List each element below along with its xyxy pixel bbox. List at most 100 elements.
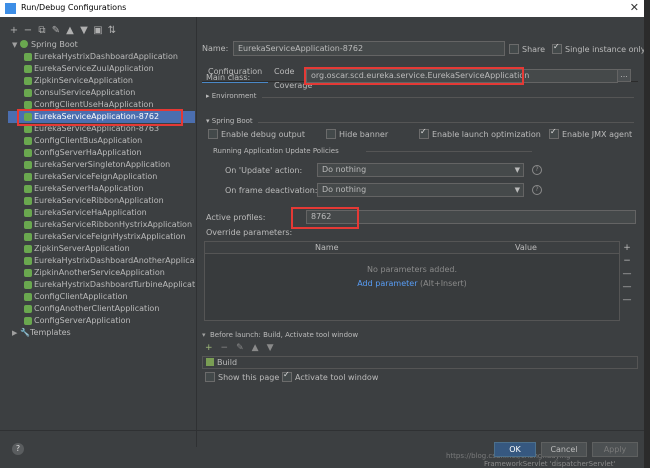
collapse-arrow-icon[interactable]: ▶ — [12, 327, 20, 339]
tree-item[interactable]: EurekaServiceRibbonHystrixApplication — [8, 219, 195, 231]
parameters-table[interactable]: Name Value No parameters added. Add para… — [204, 241, 620, 321]
tree-item[interactable]: ConfigServerApplication — [8, 315, 195, 327]
move-up-icon[interactable]: ▲ — [252, 343, 259, 353]
tree-item[interactable]: EurekaServerHaApplication — [8, 183, 195, 195]
tree-item-label: ConfigClientApplication — [34, 292, 128, 301]
cancel-button[interactable]: Cancel — [541, 442, 587, 457]
browse-button[interactable]: ... — [617, 69, 631, 82]
launch-optimization-label: Enable launch optimization — [432, 130, 541, 139]
tree-root-templates[interactable]: ▶ 🔧Templates — [8, 327, 195, 339]
single-instance-label: Single instance only — [565, 45, 646, 54]
add-parameter-link[interactable]: Add parameter — [357, 279, 417, 288]
tree-item[interactable]: EurekaServiceFeignApplication — [8, 171, 195, 183]
tree-item-label: ConfigClientBusApplication — [34, 136, 143, 145]
tree-item[interactable]: EurekaServiceHaApplication — [8, 207, 195, 219]
single-instance-checkbox[interactable]: Single instance only — [552, 42, 646, 54]
activate-tool-window-checkbox[interactable]: Activate tool window — [282, 370, 379, 382]
jmx-agent-box[interactable] — [549, 127, 559, 139]
help-icon[interactable]: ? — [532, 165, 542, 175]
name-field[interactable]: EurekaServiceApplication-8762 — [233, 41, 505, 56]
column-header-value[interactable]: Value — [515, 242, 537, 253]
build-task-row[interactable]: Build — [202, 356, 638, 369]
launch-optimization-box[interactable] — [419, 127, 429, 139]
tree-item[interactable]: ZipkinAnotherServiceApplication — [8, 267, 195, 279]
launch-optimization-checkbox[interactable]: Enable launch optimization — [419, 127, 541, 139]
activate-tool-window-box[interactable] — [282, 370, 292, 382]
spring-boot-app-icon — [24, 149, 32, 157]
enable-debug-checkbox[interactable]: Enable debug output — [208, 129, 305, 139]
spring-boot-app-icon — [24, 65, 32, 73]
before-launch-section[interactable]: ▾ Before launch: Build, Activate tool win… — [202, 330, 358, 339]
add-icon[interactable]: + — [205, 343, 213, 353]
show-page-checkbox[interactable]: Show this page — [205, 372, 279, 382]
tree-item[interactable]: EurekaHystrixDashboardTurbineApplication — [8, 279, 195, 291]
remove-icon[interactable]: − — [620, 256, 634, 269]
add-parameter-row: Add parameter (Alt+Insert) — [205, 279, 619, 288]
tree-item[interactable]: EurekaServiceRibbonApplication — [8, 195, 195, 207]
tree-root-spring-boot[interactable]: ▼ Spring Boot — [8, 39, 195, 51]
environment-section[interactable]: ▸ Environment — [206, 92, 256, 100]
single-instance-checkbox-box[interactable] — [552, 42, 562, 54]
tree-item[interactable]: ConfigClientApplication — [8, 291, 195, 303]
tree-item[interactable]: EurekaHystrixDashboardAnotherApplication — [8, 255, 195, 267]
tree-item[interactable]: ConfigAnotherClientApplication — [8, 303, 195, 315]
tree-item[interactable]: EurekaServiceZuulApplication — [8, 63, 195, 75]
tree-item-label: EurekaServiceRibbonApplication — [34, 196, 164, 205]
move-up-icon[interactable]: ▲ — [64, 25, 76, 36]
tree-item[interactable]: ConfigClientBusApplication — [8, 135, 195, 147]
move-down-icon[interactable]: ▼ — [78, 25, 90, 36]
remove-icon[interactable]: − — [221, 343, 229, 353]
jmx-agent-checkbox[interactable]: Enable JMX agent — [549, 127, 632, 139]
remove-icon[interactable]: − — [22, 25, 34, 36]
close-icon[interactable]: ✕ — [630, 1, 639, 14]
config-tree: ▼ Spring Boot EurekaHystrixDashboardAppli… — [8, 39, 195, 339]
tree-item[interactable]: EurekaServiceFeignHystrixApplication — [8, 231, 195, 243]
tree-item-label: EurekaHystrixDashboardAnotherApplication — [34, 256, 195, 265]
apply-button[interactable]: Apply — [592, 442, 638, 457]
spring-boot-section[interactable]: ▾ Spring Boot — [206, 117, 253, 125]
environment-label: Environment — [211, 92, 257, 100]
sort-icon[interactable]: ⇅ — [106, 25, 118, 36]
move-down-icon[interactable]: — — [620, 295, 634, 308]
tree-item[interactable]: EurekaServerSingletonApplication — [8, 159, 195, 171]
add-icon[interactable]: + — [8, 25, 20, 36]
spring-boot-app-icon — [24, 173, 32, 181]
settings-icon[interactable]: ✎ — [50, 25, 62, 36]
folder-icon[interactable]: ▣ — [92, 25, 104, 36]
ide-background-log-text: FrameworkServlet 'dispatcherServlet' — [484, 460, 616, 468]
tree-item-label: ConsulServiceApplication — [34, 88, 136, 97]
spring-boot-app-icon — [24, 305, 32, 313]
help-icon[interactable]: ? — [532, 185, 542, 195]
splitter[interactable] — [196, 17, 197, 447]
edit-icon[interactable]: ✎ — [236, 343, 244, 353]
hide-banner-box[interactable] — [326, 129, 336, 139]
move-down-icon[interactable]: ▼ — [267, 343, 274, 353]
hide-banner-checkbox[interactable]: Hide banner — [326, 129, 388, 139]
copy-icon[interactable]: ⧉ — [36, 25, 48, 36]
highlight-box-main-class — [304, 67, 524, 85]
name-label: Name: — [202, 44, 229, 53]
on-update-select[interactable]: Do nothing ▼ — [317, 163, 524, 177]
chevron-down-icon: ▼ — [514, 186, 520, 194]
move-up-icon[interactable]: — — [620, 282, 634, 295]
on-update-label: On 'Update' action: — [225, 166, 303, 175]
on-frame-select[interactable]: Do nothing ▼ — [317, 183, 524, 197]
tree-item-label: ZipkinServiceApplication — [34, 76, 133, 85]
share-checkbox[interactable]: Share — [509, 44, 545, 54]
activate-tool-window-label: Activate tool window — [295, 373, 379, 382]
column-header-name[interactable]: Name — [315, 242, 339, 253]
share-checkbox-box[interactable] — [509, 44, 519, 54]
tree-item[interactable]: ZipkinServiceApplication — [8, 75, 195, 87]
show-page-box[interactable] — [205, 372, 215, 382]
tree-item[interactable]: EurekaHystrixDashboardApplication — [8, 51, 195, 63]
ok-button[interactable]: OK — [494, 442, 536, 457]
tree-item[interactable]: ZipkinServerApplication — [8, 243, 195, 255]
add-icon[interactable]: + — [620, 243, 634, 256]
expand-arrow-icon[interactable]: ▼ — [12, 39, 20, 51]
help-button[interactable]: ? — [12, 443, 24, 455]
enable-debug-box[interactable] — [208, 129, 218, 139]
edit-icon[interactable]: — — [620, 269, 634, 282]
tree-item[interactable]: ConfigServerHaApplication — [8, 147, 195, 159]
tree-item[interactable]: ConsulServiceApplication — [8, 87, 195, 99]
tree-item-label: EurekaServerSingletonApplication — [34, 160, 171, 169]
